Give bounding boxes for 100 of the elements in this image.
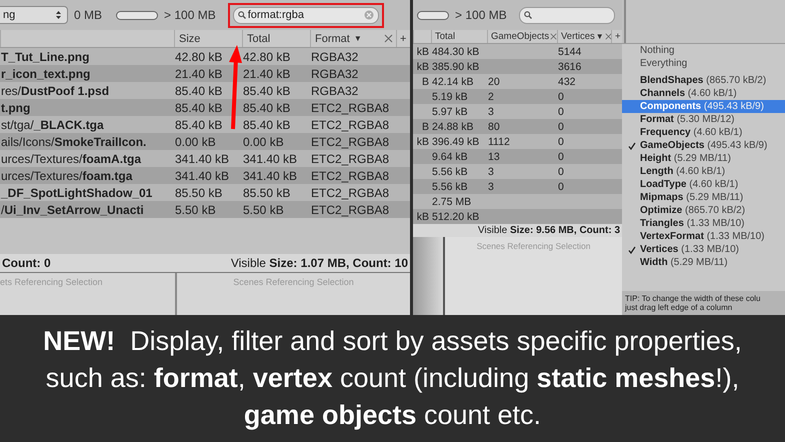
visible-summary: Visible Size: 1.07 MB, Count: 10 [230, 256, 408, 270]
caption-text: NEW! Display, filter and sort by assets specific properties, such as: format, vertex count (including static meshes!), game objects count etc. [42, 325, 743, 432]
column-header[interactable]: GameObjects [487, 30, 557, 43]
menu-item[interactable]: Format (5.30 MB/12) [622, 113, 785, 126]
table-cell: 0 [558, 166, 564, 178]
table-row[interactable]: 5.97 kB 3 0 [413, 104, 622, 119]
menu-item[interactable]: LoadType (4.60 kB/1) [622, 178, 785, 191]
table-cell: 3 [488, 106, 494, 118]
clear-icon[interactable] [364, 10, 374, 20]
table-cell-text: 85.40 kB [174, 116, 224, 133]
table-row[interactable]: t.png 85.40 kB 85.40 kB ETC2_RGBA8 [0, 99, 410, 116]
table-row[interactable]: B 42.14 kB 20 432 [413, 74, 622, 89]
menu-item[interactable]: Frequency (4.60 kB/1) [622, 126, 785, 139]
table-row[interactable]: T_Tut_Line.png 42.80 kB 42.80 kB RGBA32 [0, 48, 410, 65]
table-cell: 2.75 MB [432, 196, 472, 208]
table-cell: kB [416, 136, 429, 148]
panel-title: Scenes Referencing Selection [476, 241, 590, 253]
table-row[interactable]: 2.75 MB [413, 194, 622, 209]
table-cell-text: RGBA32 [310, 82, 360, 99]
table-cell: 484.30 kB [432, 46, 480, 58]
table-cell: 20 [488, 76, 500, 88]
column-header[interactable]: Format ▼ [310, 30, 396, 47]
size-range-slider[interactable] [116, 10, 158, 20]
table-cell-text: 85.50 kB [242, 184, 292, 201]
table-cell: 42.14 kB [432, 76, 474, 88]
table-cell: 0 [558, 150, 564, 162]
table-row[interactable]: kB 385.90 kB 3616 [413, 59, 622, 74]
table-row[interactable]: 5.56 kB 3 0 [413, 164, 622, 179]
table-cell: 5.19 kB [432, 90, 468, 102]
menu-item[interactable]: Nothing [622, 44, 785, 57]
table-cell-text: ETC2_RGBA8 [310, 184, 390, 201]
table-row[interactable]: urces/Textures/foamA.tga 341.40 kB 341.40 kB ETC2_RGBA8 [0, 150, 410, 167]
table-row[interactable]: urces/Textures/foam.tga 341.40 kB 341.40 kB ETC2_RGBA8 [0, 167, 410, 184]
menu-item[interactable]: Length (4.60 kB/1) [622, 165, 785, 178]
menu-item[interactable]: Mipmaps (5.29 MB/11) [622, 191, 785, 204]
table-cell-text: 21.40 kB [174, 66, 224, 82]
table-row[interactable]: _DF_SpotLightShadow_01 85.50 kB 85.50 kB ETC2_RGBA8 [0, 184, 410, 201]
table-cell: 0 [558, 120, 564, 132]
menu-item[interactable]: Optimize (865.70 kB/2) [622, 204, 785, 217]
menu-item[interactable]: Width (5.29 MB/11) [622, 256, 785, 269]
table-cell-text: 5.50 kB [174, 202, 217, 218]
size-range-slider[interactable] [417, 10, 449, 20]
table-cell-text: ETC2_RGBA8 [310, 202, 390, 218]
table-cell: 3 [488, 180, 494, 192]
menu-item[interactable]: BlendShapes (865.70 kB/2) [622, 74, 785, 87]
table-row[interactable]: st/tga/_BLACK.tga 85.40 kB 85.40 kB ETC2_RGBA8 [0, 116, 410, 133]
table-cell-text: 85.40 kB [242, 100, 292, 116]
table-cell-text: ETC2_RGBA8 [310, 116, 390, 133]
table-row[interactable]: r_icon_text.png 21.40 kB 21.40 kB RGBA32 [0, 65, 410, 82]
count-label: Count: 0 [2, 256, 51, 270]
table-row[interactable]: B 24.88 kB 80 0 [413, 119, 622, 134]
table-row[interactable]: /Ui_Inv_SetArrow_Unacti 5.50 kB 5.50 kB ETC2_RGBA8 [0, 201, 410, 218]
search-field[interactable] [518, 6, 615, 24]
add-column-button[interactable]: + [611, 30, 622, 43]
table-cell-text: ETC2_RGBA8 [310, 134, 390, 150]
add-column-button[interactable]: + [396, 30, 410, 47]
table-cell: kB [416, 46, 429, 58]
table-cell: 432 [558, 76, 576, 88]
table-cell-text: 42.80 kB [174, 48, 224, 65]
column-header[interactable]: Vertices▼ [557, 30, 611, 43]
table-row[interactable]: 5.56 kB 3 0 [413, 179, 622, 194]
menu-item[interactable]: Vertices (1.33 MB/10) [622, 243, 785, 256]
table-cell-text: ETC2_RGBA8 [310, 100, 390, 116]
close-icon[interactable] [604, 33, 612, 40]
table-cell-text: RGBA32 [310, 48, 360, 65]
type-dropdown[interactable]: ng [0, 6, 68, 24]
panel-title: ets Referencing Selection [0, 277, 103, 289]
menu-item[interactable]: Triangles (1.33 MB/10) [622, 217, 785, 230]
menu-item[interactable]: Everything [622, 57, 785, 70]
table-row[interactable]: kB 512.20 kB [413, 209, 622, 224]
menu-item[interactable]: Components (495.43 kB/9) [622, 100, 785, 113]
table-cell-text: 85.40 kB [174, 100, 224, 116]
table-row[interactable]: 9.64 kB 13 0 [413, 149, 622, 164]
menu-item[interactable]: GameObjects (495.43 kB/9) [622, 139, 785, 152]
table-row[interactable]: kB 396.49 kB 1112 0 [413, 134, 622, 149]
search-field[interactable]: format:rgba [232, 6, 379, 24]
table-cell: 385.90 kB [432, 60, 480, 72]
column-header[interactable]: Total [431, 30, 487, 43]
table-cell-text: 0.00 kB [242, 134, 285, 150]
table-cell: 13 [488, 150, 500, 162]
search-icon [238, 11, 246, 19]
close-icon[interactable] [550, 33, 558, 40]
table-cell: 3616 [558, 60, 582, 72]
table-cell: 9.64 kB [432, 150, 468, 162]
table-cell: B [422, 120, 429, 132]
table-row[interactable]: res/DustPoof 1.psd 85.40 kB 85.40 kB RGBA32 [0, 82, 410, 99]
close-icon[interactable] [384, 34, 393, 43]
table-cell-text: 0.00 kB [174, 134, 217, 150]
table-row[interactable]: ails/Icons/SmokeTrailIcon. 0.00 kB 0.00 kB ETC2_RGBA8 [0, 133, 410, 150]
asset-path: /Ui_Inv_SetArrow_Unacti [0, 202, 145, 218]
menu-item[interactable]: Height (5.29 MB/11) [622, 152, 785, 165]
column-header[interactable]: Total [242, 30, 310, 47]
menu-item[interactable]: VertexFormat (1.33 MB/10) [622, 230, 785, 243]
table-row[interactable]: kB 484.30 kB 5144 [413, 44, 622, 59]
table-cell: 3 [488, 166, 494, 178]
table-cell-text: ETC2_RGBA8 [310, 168, 390, 184]
table-cell: 5.56 kB [432, 180, 468, 192]
table-row[interactable]: 5.19 kB 2 0 [413, 89, 622, 104]
menu-item[interactable]: Channels (4.60 kB/1) [622, 87, 785, 100]
table-cell-text: 85.40 kB [242, 116, 292, 133]
